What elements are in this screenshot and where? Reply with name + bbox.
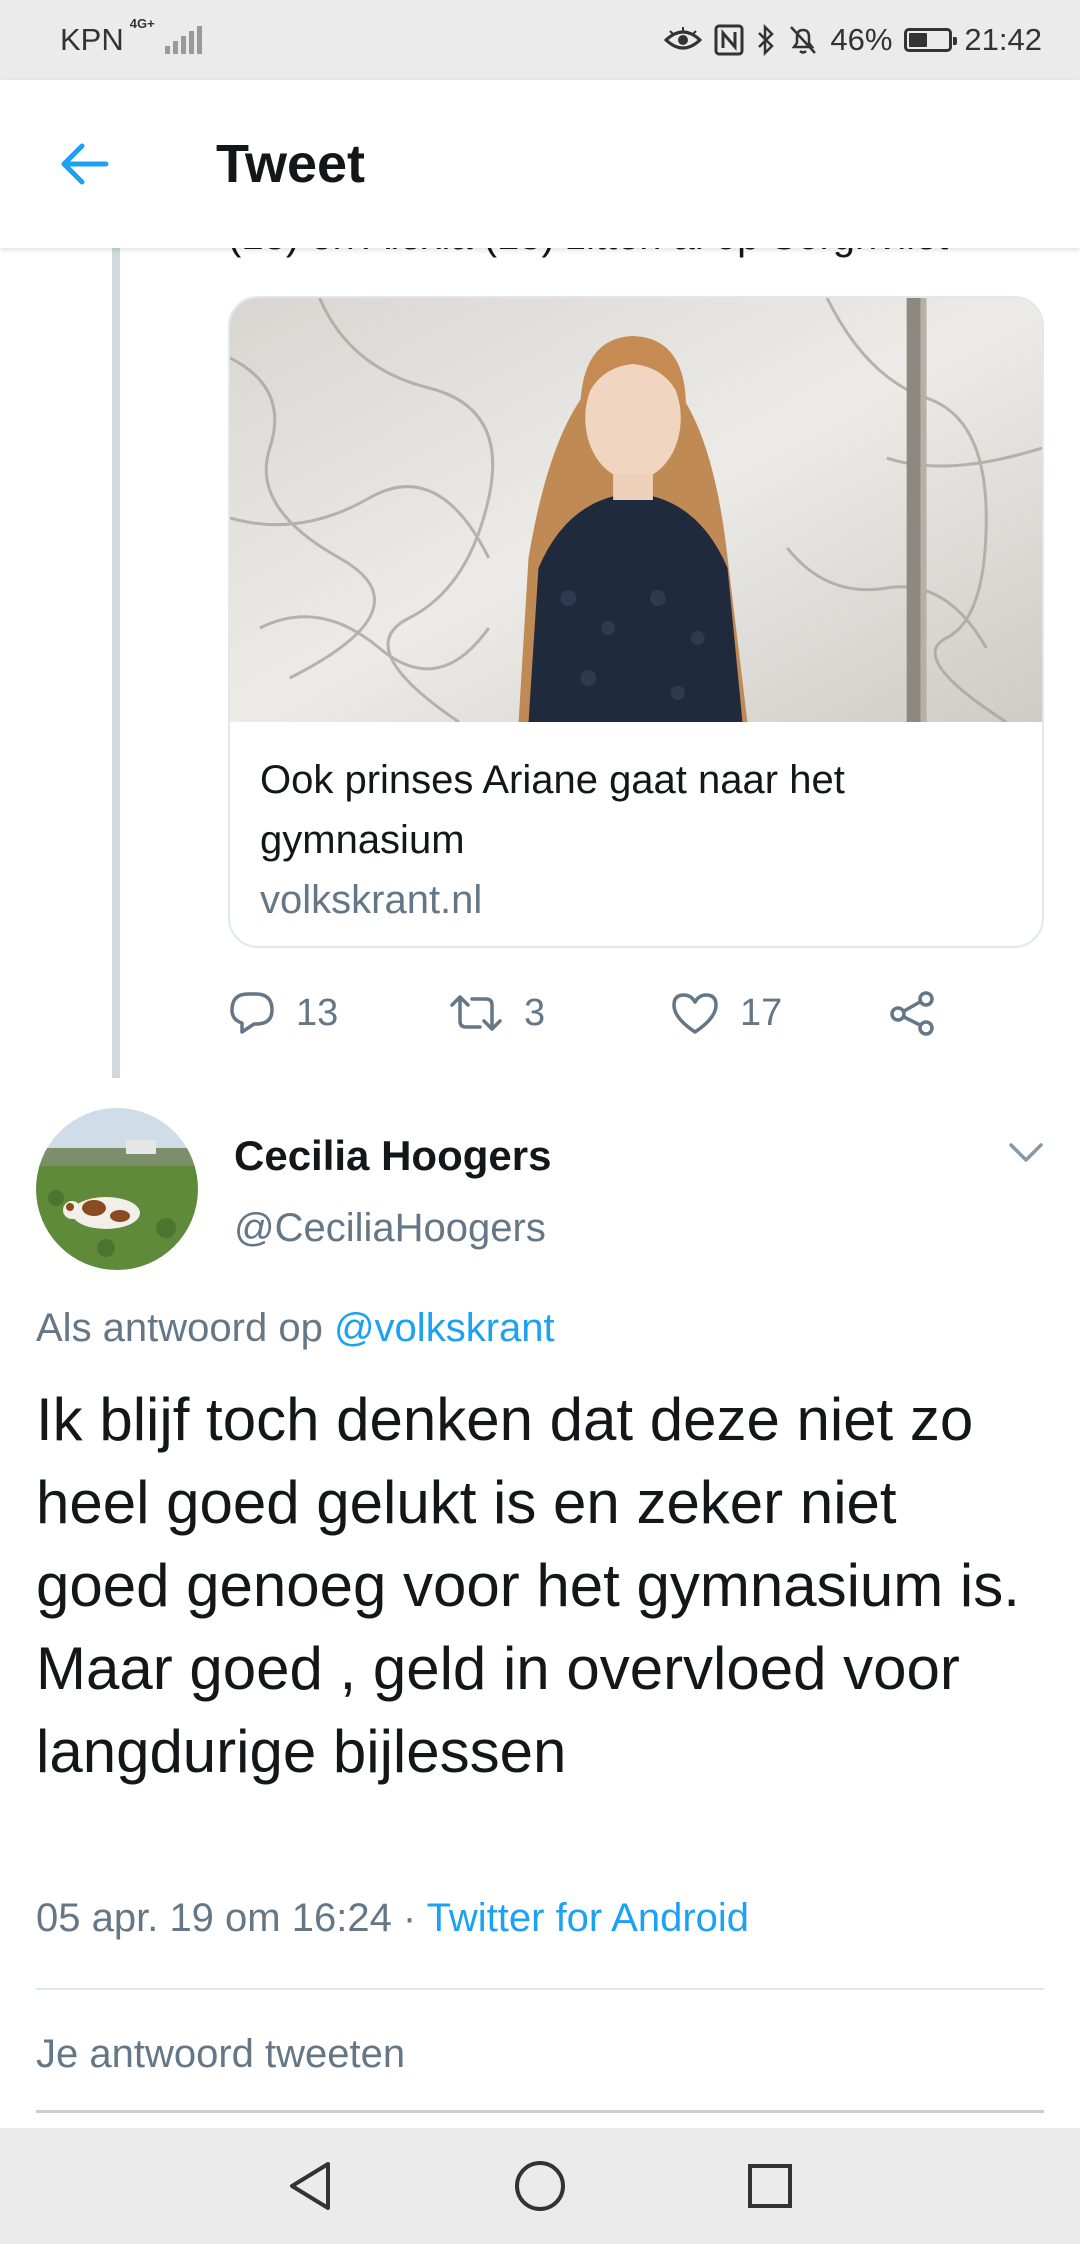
card-domain: volkskrant.nl xyxy=(260,878,483,922)
status-icons: 46% 21:42 xyxy=(664,22,1042,58)
clock: 21:42 xyxy=(964,22,1042,57)
nav-home-button[interactable] xyxy=(510,2156,570,2216)
bluetooth-icon xyxy=(758,24,775,56)
reply-count: 13 xyxy=(296,991,339,1034)
heart-icon xyxy=(672,993,718,1034)
carrier-name: KPN xyxy=(60,22,124,57)
reply-prefix: Als antwoord op xyxy=(36,1306,334,1350)
nfc-icon xyxy=(714,24,744,56)
nav-back-button[interactable] xyxy=(280,2156,340,2216)
navigation-bar xyxy=(0,2128,1080,2244)
share-icon xyxy=(890,991,934,1036)
eye-comfort-icon xyxy=(664,27,703,50)
tweet-menu-button[interactable] xyxy=(1008,1142,1044,1169)
link-card[interactable]: Ook prinses Ariane gaat naar het gymnasi… xyxy=(228,296,1044,948)
bell-muted-icon xyxy=(790,26,817,54)
reply-mention-link[interactable]: @volkskrant xyxy=(334,1306,555,1350)
carrier-group: KPN 4G+ xyxy=(60,16,202,58)
retweet-icon xyxy=(450,995,502,1031)
nav-recents-button[interactable] xyxy=(740,2156,800,2216)
speech-bubble-icon xyxy=(230,992,274,1034)
tweet-client-link[interactable]: Twitter for Android xyxy=(427,1896,749,1940)
card-body: Ook prinses Ariane gaat naar het gymnasi… xyxy=(230,722,1042,930)
triangle-back-icon xyxy=(290,2162,330,2210)
avatar-image xyxy=(36,1108,198,1270)
share-button[interactable] xyxy=(888,990,936,1036)
square-recents-icon xyxy=(748,2164,792,2208)
card-image[interactable] xyxy=(230,298,1042,722)
reply-button[interactable]: 13 xyxy=(228,990,338,1036)
thread-line xyxy=(112,248,120,1078)
signal-icon xyxy=(164,26,202,54)
tweet-timestamp: 05 apr. 19 om 16:24 · xyxy=(36,1896,427,1940)
reply-input[interactable]: Je antwoord tweeten xyxy=(36,2032,405,2077)
status-bar: KPN 4G+ 46% 21:42 xyxy=(0,0,1080,80)
page-title: Tweet xyxy=(216,134,366,194)
battery-icon xyxy=(904,28,958,52)
battery-percentage: 46% xyxy=(830,22,893,57)
network-type: 4G+ xyxy=(129,16,155,31)
like-count: 17 xyxy=(740,991,783,1034)
chevron-down-icon xyxy=(1009,1143,1043,1162)
tweet-meta: 05 apr. 19 om 16:24 · Twitter for Androi… xyxy=(36,1896,749,1941)
tweet-text: Ik blijf toch denken dat deze niet zo he… xyxy=(36,1386,1020,1785)
avatar[interactable] xyxy=(36,1108,198,1270)
tweet-actions: 13 3 17 xyxy=(228,978,988,1048)
retweet-count: 3 xyxy=(524,991,546,1034)
arrow-left-icon xyxy=(61,143,109,185)
back-button[interactable] xyxy=(44,124,124,204)
circle-home-icon xyxy=(515,2161,565,2211)
app-bar: Tweet xyxy=(0,80,1080,248)
card-title: Ook prinses Ariane gaat naar het gymnasi… xyxy=(260,758,845,862)
reply-context: Als antwoord op @volkskrant xyxy=(36,1306,555,1351)
reply-input-underline xyxy=(36,2110,1044,2113)
divider xyxy=(36,1988,1044,1990)
like-button[interactable]: 17 xyxy=(670,990,782,1036)
author-name[interactable]: Cecilia Hoogers xyxy=(234,1132,551,1180)
author-handle[interactable]: @CeciliaHoogers xyxy=(234,1206,546,1251)
author-row: Cecilia Hoogers @CeciliaHoogers xyxy=(0,1108,1080,1278)
retweet-button[interactable]: 3 xyxy=(448,991,545,1035)
